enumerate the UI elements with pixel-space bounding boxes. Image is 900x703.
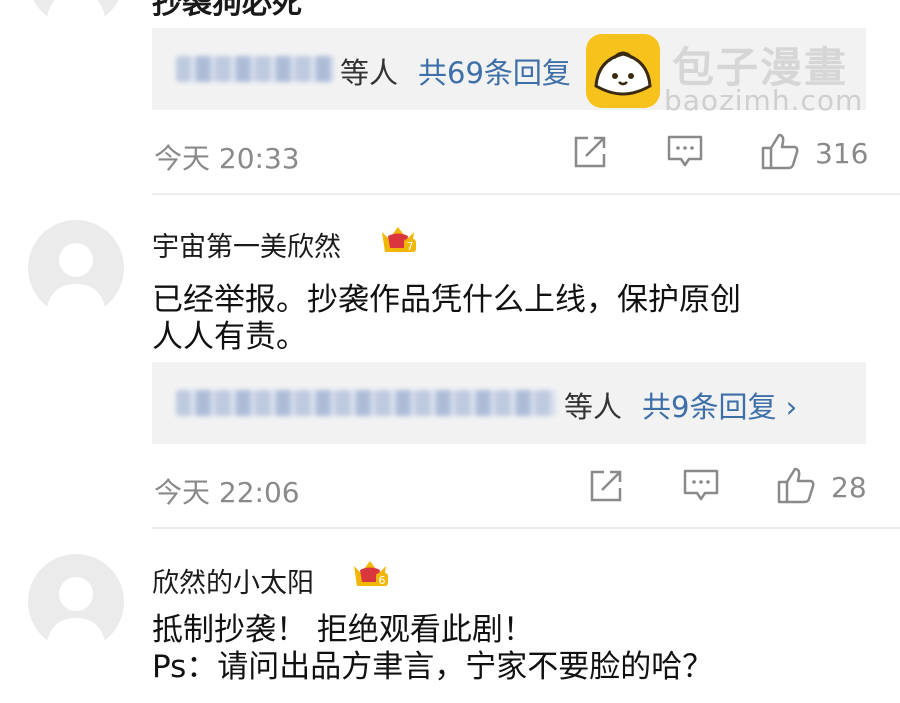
reply-suffix: 等人: [564, 390, 623, 424]
reply-summary: 等人 共9条回复 ›: [564, 384, 797, 426]
blurred-reply-names: [176, 56, 334, 82]
reply-summary: 等人 共69条回复: [340, 50, 571, 92]
comment-content: 抵制抄袭！ 拒绝观看此剧！ Ps：请问出品方聿言，宁家不要脸的哈？: [152, 612, 713, 686]
default-avatar-icon: [46, 243, 106, 316]
share-icon[interactable]: [572, 134, 608, 170]
badge-level: 6: [379, 574, 386, 587]
share-icon[interactable]: [588, 468, 624, 504]
reply-count-link[interactable]: 共9条回复 ›: [642, 390, 797, 424]
like-count: 28: [831, 471, 867, 504]
watermark-url: baozimh.com: [664, 84, 864, 117]
comment-icon[interactable]: [682, 468, 720, 504]
like-icon[interactable]: [760, 132, 800, 170]
default-avatar-icon: [46, 577, 106, 650]
badge-level: 7: [407, 240, 414, 253]
divider: [152, 193, 900, 195]
avatar[interactable]: [28, 0, 124, 26]
crown-badge-icon: 6: [354, 561, 388, 587]
comment-content-line: 人人有责。: [152, 319, 307, 355]
reply-suffix: 等人: [340, 56, 399, 90]
avatar[interactable]: [28, 554, 124, 650]
like-icon[interactable]: [776, 466, 816, 504]
comment-username[interactable]: 抄袭狗必死: [152, 0, 302, 22]
reply-preview-box[interactable]: 等人 共9条回复 ›: [152, 362, 866, 444]
comment-content-line: 抵制抄袭！ 拒绝观看此剧！: [152, 612, 534, 648]
bun-logo-icon: [586, 34, 660, 108]
comment-time: 今天 20:33: [154, 142, 300, 175]
comment-time: 今天 22:06: [154, 476, 300, 509]
comment-content-line: Ps：请问出品方聿言，宁家不要脸的哈？: [152, 649, 714, 685]
comment-username[interactable]: 宇宙第一美欣然: [152, 225, 341, 264]
like-count: 316: [815, 137, 869, 170]
default-avatar-icon: [46, 0, 106, 26]
reply-count-link[interactable]: 共69条回复: [418, 56, 571, 90]
blurred-reply-names: [176, 390, 556, 416]
comment-icon[interactable]: [666, 134, 704, 170]
comment-username[interactable]: 欣然的小太阳: [152, 561, 314, 600]
avatar[interactable]: [28, 220, 124, 316]
comment-content: 已经举报。抄袭作品凭什么上线，保护原创 人人有责。: [152, 282, 741, 356]
crown-badge-icon: 7: [382, 227, 416, 253]
divider: [152, 527, 900, 529]
watermark: 包子漫畫 baozimh.com: [586, 34, 876, 117]
comment-content-line: 已经举报。抄袭作品凭什么上线，保护原创: [152, 282, 741, 318]
